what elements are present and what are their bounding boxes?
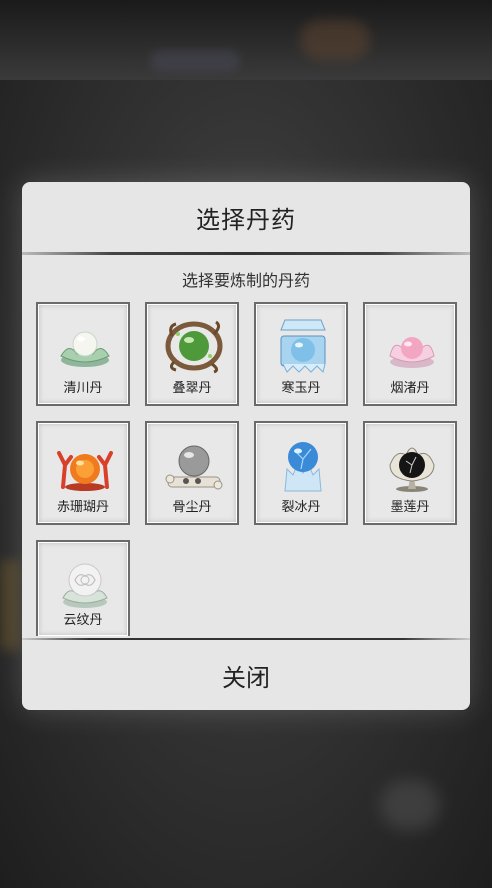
jade-lotus-pearl-icon: [60, 331, 110, 367]
pill-item-yanzhu[interactable]: 烟渚丹: [363, 302, 457, 406]
cloud-pattern-pearl-icon: [62, 563, 108, 608]
pill-item-chishanhu[interactable]: 赤珊瑚丹: [36, 421, 130, 525]
pill-name: 烟渚丹: [390, 381, 430, 396]
pill-name: 叠翠丹: [172, 381, 212, 396]
coral-fire-orb-icon: [57, 451, 113, 491]
pill-name: 骨尘丹: [172, 500, 212, 515]
pill-grid: 清川丹 叠翠丹 寒玉丹 烟渚丹 赤珊瑚丹 骨尘丹 裂冰丹 墨莲丹 云纹丹: [36, 302, 458, 638]
background-decoration: [150, 50, 240, 72]
background-top-bar: [0, 0, 492, 80]
black-lotus-orb-icon: [389, 447, 435, 492]
pill-name: 清川丹: [63, 381, 103, 396]
title-divider: [22, 252, 470, 255]
background-decoration: [300, 20, 370, 60]
pill-name: 赤珊瑚丹: [56, 500, 109, 515]
pill-item-molian[interactable]: 墨莲丹: [363, 421, 457, 525]
pill-name: 墨莲丹: [390, 500, 430, 515]
pill-name: 裂冰丹: [281, 500, 321, 515]
pill-select-dialog: 选择丹药 选择要炼制的丹药 清川丹 叠翠丹 寒玉丹 烟渚丹 赤珊瑚丹 骨尘丹 裂…: [22, 182, 470, 710]
pill-item-qingchuan[interactable]: 清川丹: [36, 302, 130, 406]
close-button[interactable]: 关闭: [22, 640, 470, 710]
pill-item-diecui[interactable]: 叠翠丹: [145, 302, 239, 406]
ice-box-pearl-icon: [280, 319, 326, 373]
pill-name: 云纹丹: [63, 613, 103, 628]
pill-item-guchen[interactable]: 骨尘丹: [145, 421, 239, 525]
pink-lotus-pearl-icon: [389, 337, 435, 368]
green-orb-nest-icon: [165, 320, 223, 374]
pill-item-liebing[interactable]: 裂冰丹: [254, 421, 348, 525]
dialog-subtitle: 选择要炼制的丹药: [181, 271, 310, 290]
ice-crystal-orb-icon: [284, 442, 322, 492]
background-decoration: [380, 780, 440, 830]
pill-name: 寒玉丹: [281, 381, 321, 396]
dialog-title: 选择丹药: [196, 205, 296, 234]
pill-item-hanyu[interactable]: 寒玉丹: [254, 302, 348, 406]
pill-item-yunwen[interactable]: 云纹丹: [36, 540, 130, 636]
bone-gray-orb-icon: [165, 445, 223, 490]
background-decoration: [0, 560, 20, 650]
